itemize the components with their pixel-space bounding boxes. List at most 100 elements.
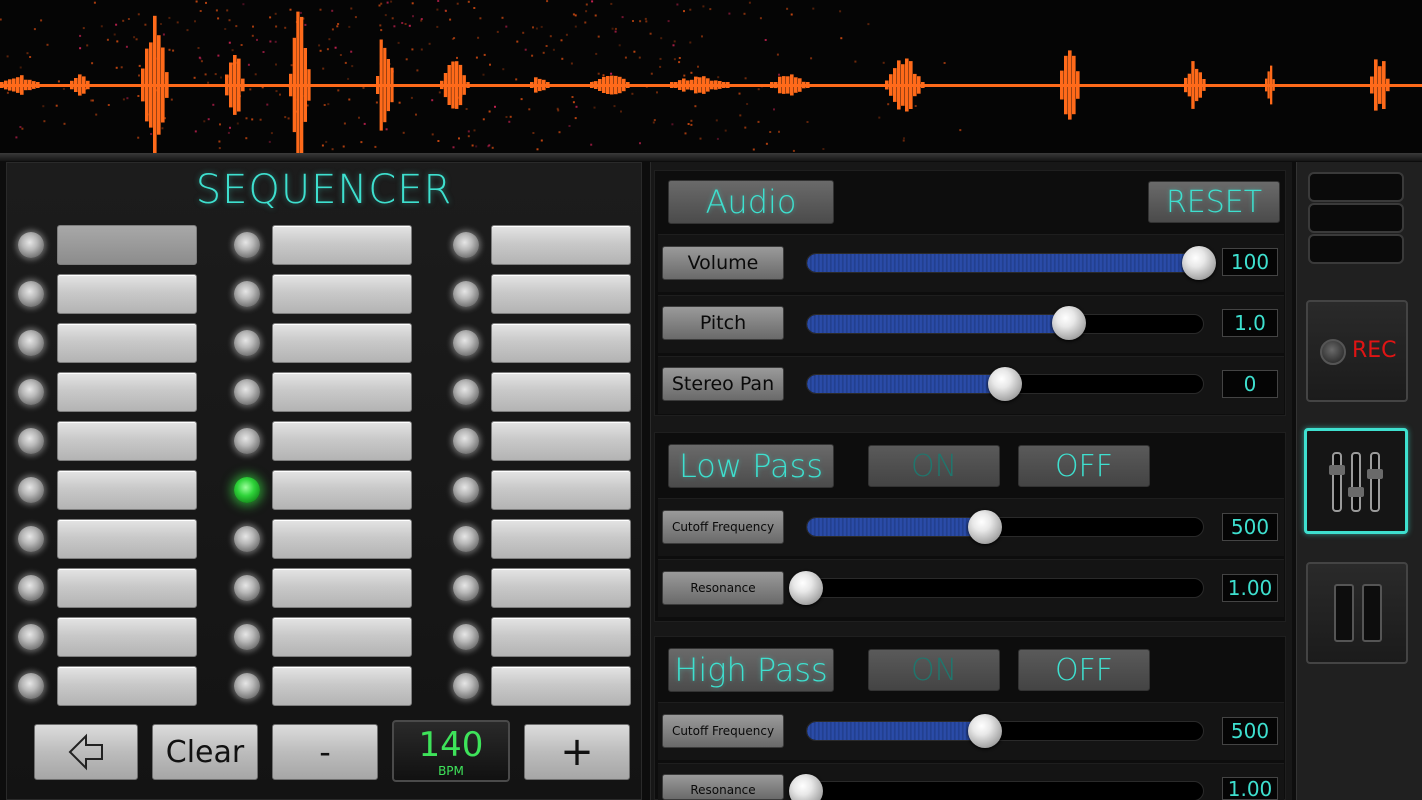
high-pass-resonance-slider[interactable]: [806, 781, 1204, 800]
high-pass-on-button[interactable]: ON: [868, 649, 1000, 691]
step-pad[interactable]: [272, 225, 412, 265]
sparkle: [610, 72, 613, 75]
step-pad[interactable]: [57, 568, 197, 608]
step-pad[interactable]: [57, 666, 197, 706]
audio-header-button[interactable]: Audio: [668, 180, 834, 224]
low-pass-cutoff-knob[interactable]: [968, 510, 1003, 544]
step-pad[interactable]: [491, 323, 631, 363]
high-pass-header-button[interactable]: High Pass: [668, 648, 834, 692]
high-pass-cutoff-label-button[interactable]: Cutoff Frequency: [662, 714, 784, 748]
low-pass-cutoff-label-button[interactable]: Cutoff Frequency: [662, 510, 784, 544]
sparkle: [57, 80, 60, 83]
waveform-bar: [379, 39, 383, 131]
step-led: [234, 232, 260, 258]
clear-button[interactable]: Clear: [152, 724, 258, 780]
waveform-bar: [1072, 55, 1076, 115]
step-led: [453, 428, 479, 454]
waveform-bar: [594, 81, 598, 89]
sparkle: [319, 49, 322, 52]
high-pass-cutoff-slider[interactable]: [806, 721, 1204, 741]
bpm-decrease-button[interactable]: -: [272, 724, 378, 780]
step-pad[interactable]: [272, 568, 412, 608]
sparkle: [757, 120, 760, 123]
low-pass-resonance-slider[interactable]: [806, 578, 1204, 598]
bpm-increase-button[interactable]: +: [524, 724, 630, 780]
low-pass-resonance-label-button[interactable]: Resonance: [662, 571, 784, 605]
step-pad[interactable]: [272, 666, 412, 706]
step-pad[interactable]: [57, 519, 197, 559]
step-pad[interactable]: [491, 666, 631, 706]
pitch-label-button[interactable]: Pitch: [662, 306, 784, 340]
step-pad[interactable]: [491, 225, 631, 265]
sparkle: [602, 74, 605, 77]
step-pad[interactable]: [491, 617, 631, 657]
waveform-bar: [778, 76, 782, 94]
step-pad[interactable]: [57, 617, 197, 657]
step-pad[interactable]: [57, 274, 197, 314]
sparkle: [597, 35, 600, 38]
step-pad[interactable]: [491, 568, 631, 608]
high-pass-resonance-knob[interactable]: [789, 774, 823, 800]
step-pad[interactable]: [272, 617, 412, 657]
step-pad[interactable]: [272, 470, 412, 510]
step-pad[interactable]: [272, 421, 412, 461]
high-pass-resonance-label-button[interactable]: Resonance: [662, 774, 784, 800]
sparkle: [465, 108, 468, 110]
step-pad[interactable]: [57, 470, 197, 510]
low-pass-cutoff-fill: [807, 518, 986, 536]
sparkle: [245, 137, 248, 140]
high-pass-cutoff-knob[interactable]: [968, 714, 1003, 748]
step-pad[interactable]: [491, 519, 631, 559]
step-pad[interactable]: [491, 470, 631, 510]
pause-button[interactable]: [1306, 562, 1408, 664]
sparkle: [542, 51, 545, 54]
step-pad[interactable]: [491, 372, 631, 412]
low-pass-cutoff-slider[interactable]: [806, 517, 1204, 537]
waveform-bar: [462, 75, 466, 95]
low-pass-header-button[interactable]: Low Pass: [668, 444, 834, 488]
sparkle: [494, 105, 496, 108]
high-pass-off-button[interactable]: OFF: [1018, 649, 1150, 691]
sparkle: [251, 34, 254, 37]
step-pad[interactable]: [491, 421, 631, 461]
step-pad[interactable]: [272, 372, 412, 412]
record-button[interactable]: REC: [1306, 300, 1408, 402]
volume-slider[interactable]: [806, 253, 1204, 273]
waveform-bar: [798, 78, 802, 92]
sparkle: [597, 72, 600, 75]
stereo-pan-knob[interactable]: [988, 367, 1022, 401]
step-pad[interactable]: [272, 323, 412, 363]
volume-label-button[interactable]: Volume: [662, 246, 784, 280]
tab-slot-1[interactable]: [1308, 172, 1404, 202]
sparkle: [520, 98, 523, 101]
step-pad[interactable]: [491, 274, 631, 314]
low-pass-resonance-knob[interactable]: [789, 571, 823, 605]
waveform-bar: [1265, 78, 1268, 92]
low-pass-on-button[interactable]: ON: [868, 445, 1000, 487]
sparkle: [186, 29, 189, 32]
tab-slot-3[interactable]: [1308, 234, 1404, 264]
sparkle: [639, 20, 642, 23]
waveform-bar: [686, 80, 690, 90]
pitch-knob[interactable]: [1051, 306, 1086, 340]
sparkle: [591, 0, 594, 3]
back-button[interactable]: [34, 724, 138, 780]
reset-button[interactable]: RESET: [1148, 181, 1280, 223]
stereo-pan-label-button[interactable]: Stereo Pan: [662, 367, 784, 401]
volume-knob[interactable]: [1182, 246, 1216, 280]
mixer-button[interactable]: [1304, 428, 1408, 534]
low-pass-cutoff-value: 500: [1222, 513, 1278, 541]
step-pad[interactable]: [57, 421, 197, 461]
low-pass-off-button[interactable]: OFF: [1018, 445, 1150, 487]
sparkle: [203, 120, 206, 123]
step-pad[interactable]: [57, 323, 197, 363]
step-pad[interactable]: [57, 372, 197, 412]
step-pad[interactable]: [272, 519, 412, 559]
step-pad[interactable]: [57, 225, 197, 265]
pitch-slider[interactable]: [806, 314, 1204, 334]
sparkle: [769, 131, 772, 133]
tab-slot-2[interactable]: [1308, 203, 1404, 233]
sparkle: [786, 7, 789, 10]
step-pad[interactable]: [272, 274, 412, 314]
sparkle: [739, 114, 742, 117]
